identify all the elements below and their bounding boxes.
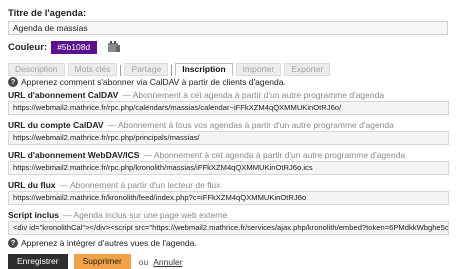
- section-title: URL du flux: [8, 179, 56, 190]
- help-circle-icon: ?: [8, 238, 18, 248]
- help-text: Apprenez à intégrer d'autres vues de l'a…: [21, 238, 197, 248]
- tab-separator: [120, 65, 122, 76]
- section-webdav-ics: URL d'abonnement WebDAV/ICS — Abonnement…: [8, 149, 449, 175]
- action-bar: Enregistrer Supprimer ou Annuler: [8, 254, 448, 269]
- color-row: Couleur: #5b108d: [8, 40, 448, 55]
- calendar-color-icon[interactable]: [107, 40, 121, 55]
- section-title: URL du compte CalDAV: [8, 119, 104, 130]
- cancel-link[interactable]: Annuler: [153, 257, 182, 267]
- tab-exporter[interactable]: Exporter: [284, 63, 331, 76]
- section-description: — Abonnement à tous vos agendas à partir…: [107, 119, 394, 130]
- color-picker-field[interactable]: #5b108d: [51, 41, 98, 54]
- section-description: — Abonnement à cet agenda à partir d'un …: [122, 89, 385, 100]
- section-description: — Abonnement à cet agenda à partir d'un …: [143, 149, 406, 160]
- section-description: — Abonnement à partir d'un lecteur de fl…: [59, 179, 221, 190]
- help-circle-icon: ?: [8, 77, 18, 87]
- tab-bar: Description Mots clés Partage Inscriptio…: [8, 63, 448, 76]
- section-title: URL d'abonnement WebDAV/ICS: [8, 149, 140, 160]
- section-embed-script: Script inclus — Agenda inclus sur une pa…: [8, 209, 449, 235]
- tab-mots-cles[interactable]: Mots clés: [67, 63, 118, 76]
- tab-description[interactable]: Description: [8, 63, 65, 76]
- help-link-embed[interactable]: ? Apprenez à intégrer d'autres vues de l…: [8, 238, 448, 248]
- feed-url-field[interactable]: https://webmail2.mathrice.fr/kronolith/f…: [8, 191, 449, 205]
- calendar-title-input[interactable]: Agenda de massias: [8, 21, 448, 35]
- webdav-ics-url-field[interactable]: https://webmail2.mathrice.fr/rpc.php/kro…: [8, 161, 449, 175]
- caldav-subscription-url-field[interactable]: https://webmail2.mathrice.fr/rpc.php/cal…: [8, 101, 449, 115]
- tab-separator: [171, 65, 173, 76]
- help-link-caldav[interactable]: ? Apprenez comment s'abonner via CalDAV …: [8, 77, 448, 87]
- section-caldav-subscription: URL d'abonnement CalDAV — Abonnement à c…: [8, 89, 449, 115]
- section-title: Script inclus: [8, 209, 60, 220]
- or-text: ou: [138, 256, 149, 267]
- section-caldav-account: URL du compte CalDAV — Abonnement à tous…: [8, 119, 449, 145]
- embed-script-field[interactable]: <div id="kronolithCal"></div><script src…: [8, 221, 449, 235]
- tab-importer[interactable]: Importer: [235, 63, 282, 76]
- tab-inscription[interactable]: Inscription: [175, 63, 233, 76]
- calendar-settings-panel: Titre de l'agenda: Agenda de massias Cou…: [0, 0, 456, 269]
- caldav-account-url-field[interactable]: https://webmail2.mathrice.fr/rpc.php/pri…: [8, 131, 449, 145]
- section-description: — Agenda inclus sur une page web externe: [63, 209, 228, 220]
- delete-button[interactable]: Supprimer: [73, 254, 131, 269]
- section-feed: URL du flux — Abonnement à partir d'un l…: [8, 179, 449, 205]
- tab-partage[interactable]: Partage: [124, 63, 169, 76]
- title-label: Titre de l'agenda:: [8, 8, 87, 19]
- help-text: Apprenez comment s'abonner via CalDAV à …: [21, 77, 286, 87]
- color-label: Couleur:: [8, 42, 48, 53]
- section-title: URL d'abonnement CalDAV: [8, 89, 119, 100]
- save-button[interactable]: Enregistrer: [8, 254, 68, 269]
